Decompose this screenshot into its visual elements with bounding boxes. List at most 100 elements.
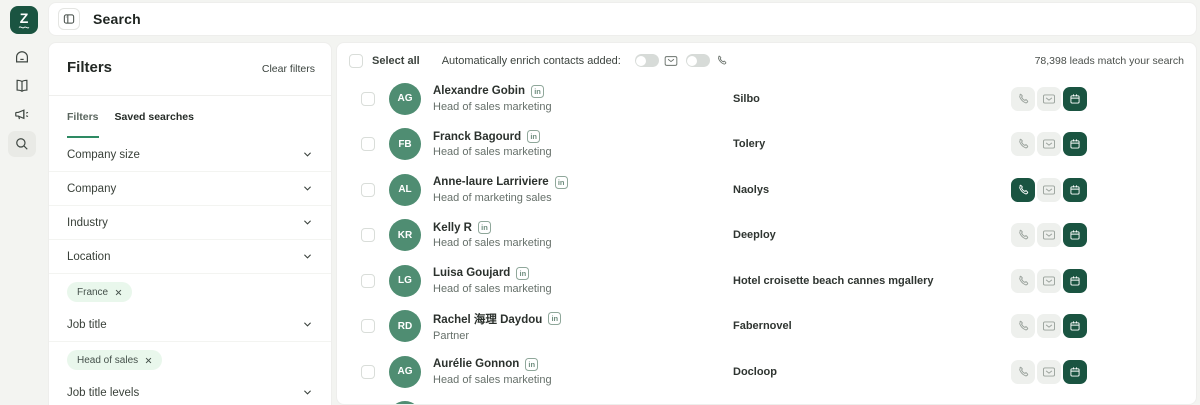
email-button[interactable] — [1037, 132, 1061, 157]
email-button[interactable] — [1037, 314, 1061, 339]
lead-checkbox[interactable] — [361, 273, 375, 288]
filter-chip[interactable]: Head of sales — [67, 350, 163, 370]
call-button[interactable] — [1011, 132, 1035, 157]
enrich-label: Automatically enrich contacts added: — [441, 54, 621, 67]
phone-icon — [715, 54, 728, 67]
linkedin-icon[interactable]: in — [527, 130, 541, 144]
filter-section-toggle[interactable]: Location — [49, 240, 331, 274]
call-button[interactable] — [1011, 359, 1035, 384]
lead-checkbox[interactable] — [361, 182, 375, 197]
enrich-calendar-button[interactable] — [1063, 177, 1087, 202]
lead-company[interactable]: Hotel croisette beach cannes mgallery — [733, 275, 1011, 287]
home-icon — [16, 51, 28, 63]
lead-company[interactable]: Docloop — [733, 366, 1011, 378]
chevron-down-icon — [304, 220, 311, 225]
linkedin-icon[interactable]: in — [478, 221, 491, 235]
avatar: RD — [389, 310, 421, 343]
filter-section-toggle[interactable]: Job title — [49, 308, 331, 342]
lead-name[interactable]: Alexandre Gobin — [433, 85, 525, 97]
clear-filters-button[interactable]: Clear filters — [262, 59, 315, 75]
lead-name[interactable]: Anne-laure Larriviere — [433, 176, 549, 188]
lead-company[interactable]: Naolys — [733, 184, 1011, 196]
sidebar-item-library[interactable] — [8, 73, 36, 99]
email-icon — [1042, 185, 1056, 195]
panel-left-icon — [63, 14, 75, 24]
avatar: KR — [389, 219, 421, 252]
lead-checkbox[interactable] — [361, 364, 375, 379]
tab-saved-searches[interactable]: Saved searches — [115, 111, 194, 138]
linkedin-icon[interactable]: in — [548, 312, 562, 326]
sidebar-item-home[interactable] — [8, 44, 36, 70]
email-button[interactable] — [1037, 86, 1061, 111]
enrich-calendar-button[interactable] — [1063, 86, 1087, 111]
email-button[interactable] — [1037, 223, 1061, 248]
chevron-down-icon — [304, 322, 311, 327]
toggle-sidebar-button[interactable] — [58, 8, 80, 30]
lead-company[interactable]: Silbo — [733, 93, 1011, 105]
email-button[interactable] — [1037, 177, 1061, 202]
phone-icon — [1019, 366, 1029, 377]
email-icon — [1042, 230, 1056, 240]
linkedin-icon[interactable]: in — [554, 175, 568, 189]
linkedin-icon[interactable]: in — [525, 357, 539, 371]
call-button[interactable] — [1011, 177, 1035, 202]
linkedin-icon[interactable]: in — [516, 266, 530, 280]
lead-company[interactable]: Fabernovel — [733, 320, 1011, 332]
filter-section-label: Company size — [67, 148, 140, 161]
select-all-checkbox[interactable] — [349, 53, 363, 68]
enrich-email-toggle[interactable] — [634, 54, 659, 67]
lead-job-title: Head of sales marketing — [433, 373, 552, 386]
lead-company[interactable]: Tolery — [733, 138, 1011, 150]
filter-section-toggle[interactable]: Industry — [49, 206, 331, 240]
avatar: LG — [389, 264, 421, 297]
enrich-calendar-button[interactable] — [1063, 132, 1087, 157]
lead-job-title: Head of marketing sales — [433, 191, 552, 204]
remove-chip-icon[interactable] — [145, 357, 152, 364]
lead-name[interactable]: Rachel 海理 Daydou — [433, 311, 542, 327]
enrich-calendar-button[interactable] — [1063, 314, 1087, 339]
call-button[interactable] — [1011, 223, 1035, 248]
call-button[interactable] — [1011, 86, 1035, 111]
linkedin-icon[interactable]: in — [531, 84, 545, 98]
lead-row: FB Franck Bagourd in Head of sales marke… — [337, 122, 1196, 168]
lead-name[interactable]: Kelly R — [433, 222, 472, 234]
avatar — [389, 401, 421, 404]
call-button[interactable] — [1011, 268, 1035, 293]
email-button[interactable] — [1037, 359, 1061, 384]
lead-name[interactable]: Luisa Goujard — [433, 267, 510, 279]
filter-sections: Company size Company Industry Location F… — [49, 138, 331, 405]
enrich-calendar-button[interactable] — [1063, 359, 1087, 384]
calendar-icon — [1070, 230, 1080, 240]
chevron-down-icon — [304, 152, 311, 157]
calendar-icon — [1070, 94, 1080, 104]
lead-row: in — [337, 395, 1196, 404]
remove-chip-icon[interactable] — [115, 289, 122, 296]
lead-name[interactable]: Franck Bagourd — [433, 131, 521, 143]
lead-checkbox[interactable] — [361, 228, 375, 243]
app-logo[interactable]: Z — [10, 6, 38, 34]
email-button[interactable] — [1037, 268, 1061, 293]
email-icon — [1042, 276, 1056, 286]
enrich-phone-toggle[interactable] — [685, 54, 710, 67]
lead-name[interactable]: Aurélie Gonnon — [433, 358, 519, 370]
lead-checkbox[interactable] — [361, 137, 375, 152]
calendar-icon — [1070, 321, 1080, 331]
tab-filters[interactable]: Filters — [67, 111, 99, 138]
lead-checkbox[interactable] — [361, 91, 375, 106]
phone-icon — [1019, 184, 1029, 195]
chevron-down-icon — [304, 254, 311, 259]
filter-section-label: Company — [67, 182, 117, 195]
filter-chip[interactable]: France — [67, 282, 133, 302]
filter-section-toggle[interactable]: Company — [49, 172, 331, 206]
filter-section-toggle[interactable]: Company size — [49, 138, 331, 172]
filter-section-toggle[interactable]: Job title levels — [49, 376, 331, 405]
lead-checkbox[interactable] — [361, 319, 375, 334]
call-button[interactable] — [1011, 314, 1035, 339]
lead-company[interactable]: Deeploy — [733, 229, 1011, 241]
phone-icon — [1019, 275, 1029, 286]
lead-job-title: Head of sales marketing — [433, 100, 552, 113]
enrich-calendar-button[interactable] — [1063, 268, 1087, 293]
sidebar-item-search[interactable] — [8, 131, 36, 157]
enrich-calendar-button[interactable] — [1063, 223, 1087, 248]
sidebar-item-campaigns[interactable] — [8, 102, 36, 128]
